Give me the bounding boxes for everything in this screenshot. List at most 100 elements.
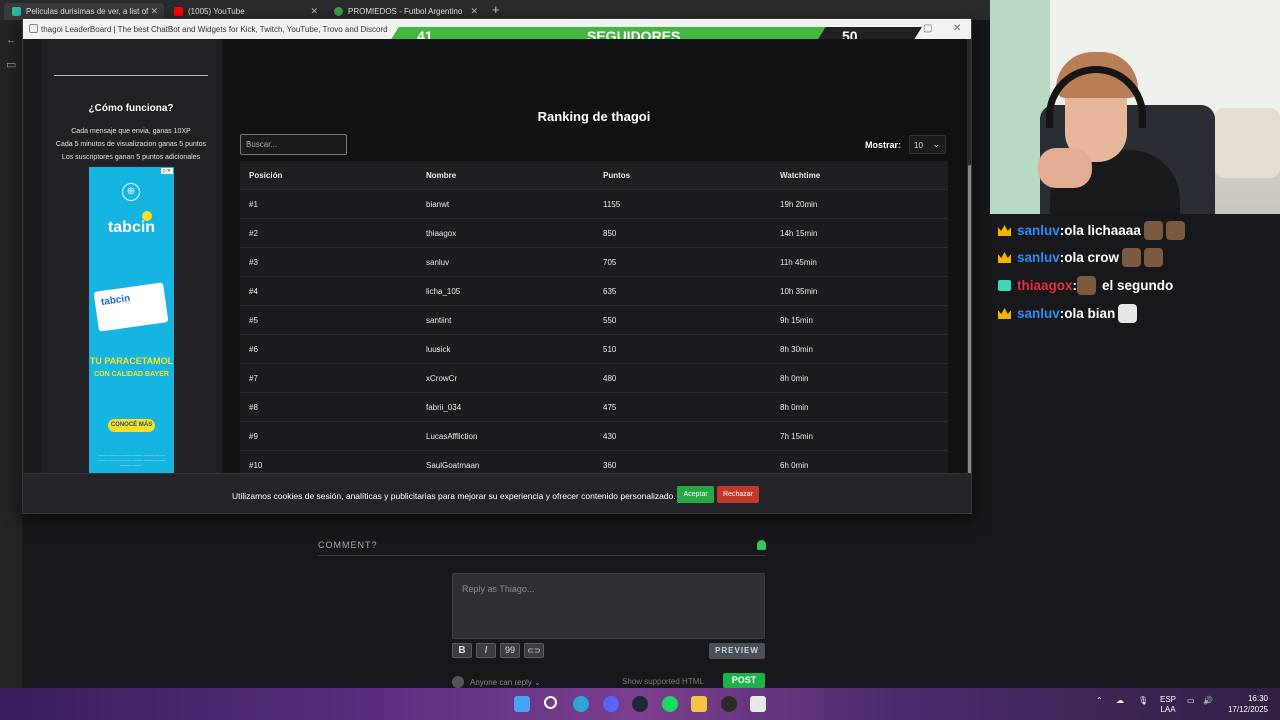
cell-position: #3 bbox=[249, 258, 258, 267]
cell-name: LucasAffliction bbox=[426, 432, 478, 441]
new-tab-button[interactable]: + bbox=[492, 2, 500, 17]
bell-icon[interactable] bbox=[757, 540, 766, 550]
maximize-icon[interactable]: ▢ bbox=[923, 23, 932, 34]
chat-text: ola bian bbox=[1064, 306, 1116, 321]
system-clock[interactable]: 16:30 17/12/2025 bbox=[1224, 693, 1268, 715]
display-icon[interactable]: ▭ bbox=[1187, 696, 1195, 705]
cell-name: SaulGoatmaan bbox=[426, 461, 480, 470]
leaderboard-popup: thagoi LeaderBoard | The best ChatBot an… bbox=[22, 18, 972, 514]
column-header[interactable]: Watchtime bbox=[780, 171, 820, 180]
ad-fine-print: ——— ——— ——— ——— ——— ——— ——— ——— ——— ——— … bbox=[97, 453, 166, 467]
reject-cookies-button[interactable]: Rechazar bbox=[717, 486, 759, 503]
steam-icon[interactable] bbox=[632, 696, 648, 712]
cell-watchtime: 14h 15min bbox=[780, 229, 818, 238]
table-row: #1 bianwt 1155 19h 20min bbox=[240, 190, 948, 219]
tab-favicon-icon bbox=[12, 7, 21, 16]
show-entries-value: 10 bbox=[914, 141, 923, 150]
network-icon[interactable]: ☁ bbox=[1116, 696, 1124, 705]
cell-points: 705 bbox=[603, 258, 617, 267]
comment-section: COMMENT? Reply as Thiago... B I 99 ⊂⊃ PR… bbox=[318, 540, 766, 688]
chat-message: thiaagox : el segundo bbox=[998, 276, 1173, 295]
ad-cta-button[interactable]: CONOCÉ MÁS bbox=[108, 419, 155, 432]
cell-points: 360 bbox=[603, 461, 617, 470]
cell-name: bianwt bbox=[426, 200, 450, 209]
tab-close-icon[interactable]: ✕ bbox=[470, 6, 478, 17]
emote-icon bbox=[1144, 248, 1164, 267]
clock-date: 17/12/2025 bbox=[1227, 705, 1268, 714]
popup-title: thagoi LeaderBoard | The best ChatBot an… bbox=[41, 24, 388, 34]
tabcin-ad[interactable]: ▷✕ ⊕ tabcin tabcin TU PARACETAMOL CON CA… bbox=[89, 167, 174, 485]
column-header[interactable]: Posición bbox=[249, 171, 282, 180]
gift-badge-icon bbox=[998, 280, 1011, 291]
pack-brand: tabcin bbox=[100, 293, 132, 309]
bold-button[interactable]: B bbox=[452, 643, 472, 658]
tab-close-icon[interactable]: ✕ bbox=[150, 6, 158, 17]
tab-close-icon[interactable]: ✕ bbox=[310, 6, 318, 17]
webcam-feed bbox=[990, 0, 1280, 214]
language-code: ESP bbox=[1160, 695, 1177, 704]
bayer-logo: ⊕ bbox=[122, 183, 140, 201]
ad-slogan-sub: CON CALIDAD BAYER bbox=[94, 371, 169, 378]
spotify-icon[interactable] bbox=[662, 696, 678, 712]
windows-start-icon[interactable] bbox=[514, 696, 530, 712]
language-indicator[interactable]: ESP LAA bbox=[1160, 695, 1176, 715]
italic-button[interactable]: I bbox=[476, 643, 496, 658]
cell-watchtime: 9h 15min bbox=[780, 316, 813, 325]
discord-icon[interactable] bbox=[603, 696, 619, 712]
chat-username: sanluv bbox=[1017, 250, 1060, 265]
crown-badge-icon bbox=[998, 308, 1011, 319]
leaderboard-sidebar: ¿Cómo funciona? Cada mensaje que envia, … bbox=[41, 39, 221, 493]
tab-favicon-icon bbox=[334, 7, 343, 16]
search-icon[interactable] bbox=[544, 696, 557, 709]
preview-button[interactable]: PREVIEW bbox=[709, 643, 765, 659]
table-header: Posición Nombre Puntos Watchtime bbox=[240, 161, 948, 190]
file-explorer-icon[interactable] bbox=[691, 696, 707, 712]
cookie-text: Utilizamos cookies de sesión, analíticas… bbox=[232, 491, 676, 501]
obs-icon[interactable] bbox=[721, 696, 737, 712]
reply-textarea[interactable]: Reply as Thiago... bbox=[452, 573, 765, 639]
cell-position: #5 bbox=[249, 316, 258, 325]
close-icon[interactable]: ✕ bbox=[953, 23, 961, 34]
cell-watchtime: 11h 45min bbox=[780, 258, 817, 267]
divider bbox=[54, 75, 208, 76]
emote-icon bbox=[1143, 221, 1163, 240]
column-header[interactable]: Puntos bbox=[603, 171, 630, 180]
quote-button[interactable]: 99 bbox=[500, 643, 520, 658]
popup-scrollbar[interactable] bbox=[967, 39, 971, 493]
tab-title: Peliculas durisimas de ver, a list of bbox=[26, 7, 149, 16]
stream-chat: sanluv : ola lichaaaa sanluv : ola crow … bbox=[990, 214, 1280, 688]
chat-message: sanluv : ola lichaaaa bbox=[998, 221, 1185, 240]
product-pack: tabcin bbox=[93, 282, 169, 332]
chevron-up-icon[interactable]: ⌃ bbox=[1096, 696, 1103, 705]
avatar bbox=[452, 676, 464, 688]
microphone-icon[interactable]: 🎙 bbox=[1138, 696, 1148, 705]
app-icon[interactable] bbox=[750, 696, 766, 712]
cell-position: #9 bbox=[249, 432, 258, 441]
edge-icon[interactable] bbox=[573, 696, 589, 712]
link-button[interactable]: ⊂⊃ bbox=[524, 643, 544, 658]
supported-html-link[interactable]: Show supported HTML bbox=[622, 677, 704, 686]
show-entries-select[interactable]: 10 ⌄ bbox=[909, 135, 946, 154]
emote-icon bbox=[1122, 248, 1142, 267]
chat-text: ola crow bbox=[1064, 250, 1120, 265]
reply-audience-selector[interactable]: Anyone can reply ⌄ bbox=[452, 676, 541, 688]
cell-position: #7 bbox=[249, 374, 258, 383]
post-button[interactable]: POST bbox=[723, 673, 765, 688]
comment-header: COMMENT? bbox=[318, 540, 766, 556]
chat-text: ola lichaaaa bbox=[1064, 223, 1141, 238]
cell-points: 475 bbox=[603, 403, 617, 412]
show-entries-label: Mostrar: bbox=[865, 140, 902, 150]
rule-text: Los suscriptores ganan 5 puntos adiciona… bbox=[61, 154, 201, 161]
volume-icon[interactable]: 🔊 bbox=[1203, 696, 1213, 705]
tab-title: PROMIEDOS - Futbol Argentino bbox=[348, 7, 463, 16]
screenshot-icon[interactable]: ▭ bbox=[6, 58, 16, 71]
webcam-person-hand bbox=[1038, 148, 1092, 188]
accept-cookies-button[interactable]: Aceptar bbox=[677, 486, 714, 503]
ad-choices-icon[interactable]: ▷✕ bbox=[160, 168, 173, 174]
rule-text: Cada mensaje que envia, ganas 10XP bbox=[71, 128, 191, 135]
search-input[interactable]: Buscar... bbox=[240, 134, 347, 155]
back-arrow-icon[interactable]: ← bbox=[6, 34, 17, 46]
column-header[interactable]: Nombre bbox=[426, 171, 456, 180]
cell-name: luusick bbox=[426, 345, 451, 354]
scrollbar-thumb[interactable] bbox=[968, 165, 971, 483]
